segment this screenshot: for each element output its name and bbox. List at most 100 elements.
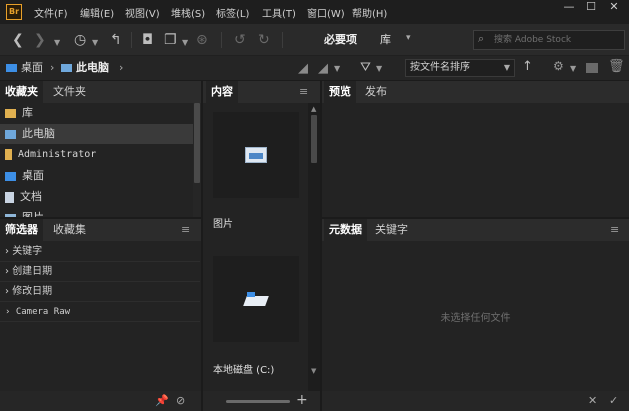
menu-bar: Br 文件(F) 编辑(E) 视图(V) 堆栈(S) 标签(L) 工具(T) 窗…: [0, 0, 629, 24]
favorite-desktop[interactable]: 桌面: [0, 166, 200, 186]
breadcrumb-desktop[interactable]: 桌面: [6, 60, 43, 76]
open-recent-file-icon[interactable]: ⚙: [553, 59, 564, 73]
toolbar: ❮ ❯ ▼ ◷ ▼ ↰ ◘ ❐ ▼ ⊛ ↺ ↻ 必要项 库 ▾ ⌕: [0, 24, 629, 56]
filter-items-icon[interactable]: ⛛: [360, 60, 371, 75]
rating-filter-icon[interactable]: ◢: [318, 61, 328, 76]
rotate-right-icon[interactable]: ↻: [258, 31, 270, 49]
filter-label: 关键字: [12, 246, 43, 257]
content-scrollbar[interactable]: ▲ ▼: [308, 103, 320, 391]
menu-label[interactable]: 标签(L): [216, 5, 249, 20]
content-footer: +: [203, 391, 320, 411]
search-input[interactable]: [494, 32, 622, 48]
apply-icon[interactable]: ✓: [609, 394, 618, 407]
tab-favorites[interactable]: 收藏夹: [0, 81, 43, 103]
desktop-icon: [5, 171, 16, 181]
computer-icon: [61, 64, 72, 72]
sort-ascending-icon[interactable]: ↑: [522, 59, 533, 74]
bridge-logo-icon: Br: [6, 4, 22, 20]
menu-tools[interactable]: 工具(T): [262, 5, 296, 20]
breadcrumb-label: 此电脑: [76, 61, 109, 74]
breadcrumb-label: 桌面: [21, 61, 43, 74]
quality-icon[interactable]: ◢: [298, 61, 308, 76]
back-icon[interactable]: ❮: [12, 31, 24, 49]
library-icon: [5, 108, 16, 118]
favorites-tabbar: 收藏夹 文件夹: [0, 81, 201, 103]
cancel-icon[interactable]: ✕: [588, 394, 597, 407]
windows-logo-icon: [247, 292, 255, 297]
favorite-library[interactable]: 库: [0, 103, 200, 123]
rating-chevron-icon[interactable]: ▼: [334, 64, 340, 73]
tab-preview[interactable]: 预览: [324, 81, 356, 103]
favorite-this-pc[interactable]: 此电脑: [0, 124, 200, 144]
picture-folder-icon-fill: [249, 153, 263, 159]
thumbnail-pictures[interactable]: [213, 112, 299, 198]
workspace-essentials-tab[interactable]: 必要项: [318, 30, 363, 50]
menu-edit[interactable]: 编辑(E): [80, 5, 114, 20]
favorite-documents[interactable]: 文档: [0, 187, 200, 207]
tab-keywords[interactable]: 关键字: [370, 219, 413, 241]
clear-filter-icon[interactable]: ⊘: [176, 394, 185, 407]
filter-label: 修改日期: [12, 286, 53, 297]
tab-folders[interactable]: 文件夹: [48, 81, 91, 103]
open-in-camera-raw-icon[interactable]: ⊛: [196, 31, 208, 49]
panel-menu-icon[interactable]: ≡: [181, 224, 190, 236]
menu-file[interactable]: 文件(F): [34, 5, 68, 20]
camera-icon[interactable]: ◘: [142, 31, 153, 49]
history-icon[interactable]: ◷: [74, 31, 86, 49]
tab-filter[interactable]: 筛选器: [0, 219, 43, 241]
filter-label: 创建日期: [12, 266, 53, 277]
filter-keywords[interactable]: › 关键字: [0, 242, 200, 262]
sort-label: 按文件名排序: [410, 62, 470, 73]
preview-panel: 预览 发布: [322, 81, 629, 217]
zoom-in-icon[interactable]: +: [296, 392, 308, 408]
search-icon: ⌕: [478, 32, 485, 45]
delete-icon[interactable]: 🗑: [608, 59, 625, 74]
close-window-button[interactable]: ✕: [603, 0, 625, 16]
filter-date-created[interactable]: › 创建日期: [0, 262, 200, 282]
boomerang-icon[interactable]: ↰: [110, 31, 122, 49]
recent-file-chevron-icon[interactable]: ▼: [570, 64, 576, 73]
favorite-pictures[interactable]: 图片: [0, 208, 200, 217]
maximize-button[interactable]: ☐: [580, 0, 602, 16]
minimize-button[interactable]: —: [558, 0, 580, 16]
filter-camera-raw[interactable]: › Camera Raw: [0, 302, 200, 322]
picture-folder-icon: [245, 147, 267, 163]
tab-collections[interactable]: 收藏集: [48, 219, 91, 241]
forward-icon[interactable]: ❯: [34, 31, 46, 49]
refine-icon[interactable]: ❐: [164, 31, 177, 49]
scroll-up-icon[interactable]: ▲: [311, 105, 316, 113]
new-folder-icon[interactable]: [586, 63, 598, 73]
sort-select[interactable]: 按文件名排序 ▼: [405, 59, 515, 77]
menu-view[interactable]: 视图(V): [125, 5, 160, 20]
favorite-label: Administrator: [18, 149, 97, 160]
panel-menu-icon[interactable]: ≡: [299, 86, 308, 98]
breadcrumb-this-pc[interactable]: 此电脑: [61, 60, 109, 76]
favorite-administrator[interactable]: Administrator: [0, 145, 200, 165]
tab-content[interactable]: 内容: [206, 81, 238, 103]
search-box[interactable]: ⌕: [473, 30, 625, 50]
menu-window[interactable]: 窗口(W): [307, 5, 345, 20]
pin-icon[interactable]: 📌: [155, 394, 169, 407]
workspace-more-chevron-icon[interactable]: ▾: [406, 33, 411, 43]
filter-chevron-icon[interactable]: ▼: [376, 64, 382, 73]
menu-help[interactable]: 帮助(H): [352, 5, 387, 20]
rotate-left-icon[interactable]: ↺: [234, 31, 246, 49]
tab-publish[interactable]: 发布: [360, 81, 392, 103]
favorite-label: 图片: [22, 211, 44, 217]
panel-menu-icon[interactable]: ≡: [610, 224, 619, 236]
content-scroll-thumb[interactable]: [311, 115, 317, 163]
thumbnail-local-disk[interactable]: [213, 256, 299, 342]
tab-metadata[interactable]: 元数据: [324, 219, 367, 241]
thumbnail-size-slider[interactable]: [226, 400, 290, 403]
refine-chevron-icon[interactable]: ▼: [182, 34, 188, 52]
filter-label: Camera Raw: [15, 307, 71, 317]
history-chevron-icon[interactable]: ▼: [92, 34, 98, 52]
favorites-scrollbar[interactable]: [193, 103, 201, 217]
workspace-library-tab[interactable]: 库: [374, 30, 397, 50]
scroll-down-icon[interactable]: ▼: [311, 367, 316, 375]
content-tabbar: 内容 ≡: [203, 81, 320, 103]
filter-date-modified[interactable]: › 修改日期: [0, 282, 200, 302]
recent-folders-chevron-icon[interactable]: ▼: [54, 34, 60, 52]
menu-stacks[interactable]: 堆栈(S): [171, 5, 205, 20]
favorites-scroll-thumb[interactable]: [194, 103, 200, 183]
